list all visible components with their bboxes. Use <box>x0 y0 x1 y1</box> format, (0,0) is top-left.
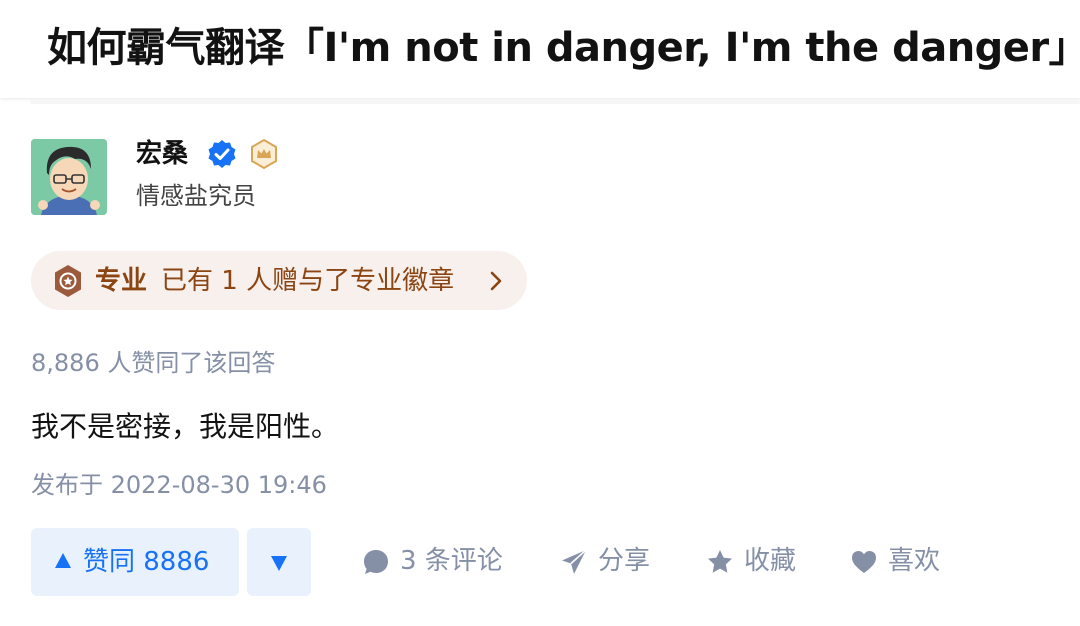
comments-button[interactable]: 3 条评论 <box>362 540 522 584</box>
verified-check-icon <box>208 140 236 168</box>
star-icon <box>708 550 732 573</box>
header-divider <box>30 100 1080 104</box>
pro-badge-text: 已有 1 人赠与了专业徽章 <box>161 266 455 296</box>
downvote-button[interactable] <box>247 528 311 596</box>
triangle-up-icon <box>55 553 71 568</box>
like-button[interactable]: 喜欢 <box>850 540 960 584</box>
upvote-button[interactable]: 赞同 8886 <box>31 528 239 596</box>
triangle-down-icon <box>271 556 287 571</box>
pro-badge-label: 专业 <box>95 266 148 296</box>
share-label: 分享 <box>598 546 651 576</box>
pro-badge-banner[interactable]: 专业 已有 1 人赠与了专业徽章 <box>31 251 527 310</box>
avatar-image <box>31 139 107 215</box>
comments-label: 3 条评论 <box>400 546 503 576</box>
favorite-button[interactable]: 收藏 <box>706 540 816 584</box>
question-header: 如何霸气翻译「I'm not in danger, I'm the danger… <box>0 0 1080 98</box>
comment-bubble-icon <box>364 550 388 574</box>
author-name[interactable]: 宏桑 <box>136 136 188 172</box>
publish-time[interactable]: 发布于 2022-08-30 19:46 <box>31 467 327 503</box>
crown-badge-icon[interactable] <box>248 138 280 170</box>
question-title[interactable]: 如何霸气翻译「I'm not in danger, I'm the danger… <box>47 20 1080 76</box>
upvote-label: 赞同 8886 <box>83 547 210 577</box>
answer-content: 我不是密接，我是阳性。 <box>31 410 340 443</box>
chevron-right-icon <box>490 271 502 291</box>
author-headline: 情感盐究员 <box>136 182 256 210</box>
favorite-label: 收藏 <box>744 546 797 576</box>
medal-icon <box>55 265 81 297</box>
paper-plane-icon <box>562 549 587 574</box>
share-button[interactable]: 分享 <box>560 540 670 584</box>
heart-icon <box>852 551 876 573</box>
like-label: 喜欢 <box>888 546 941 576</box>
avatar[interactable] <box>31 139 107 215</box>
votes-info: 8,886 人赞同了该回答 <box>31 349 276 377</box>
